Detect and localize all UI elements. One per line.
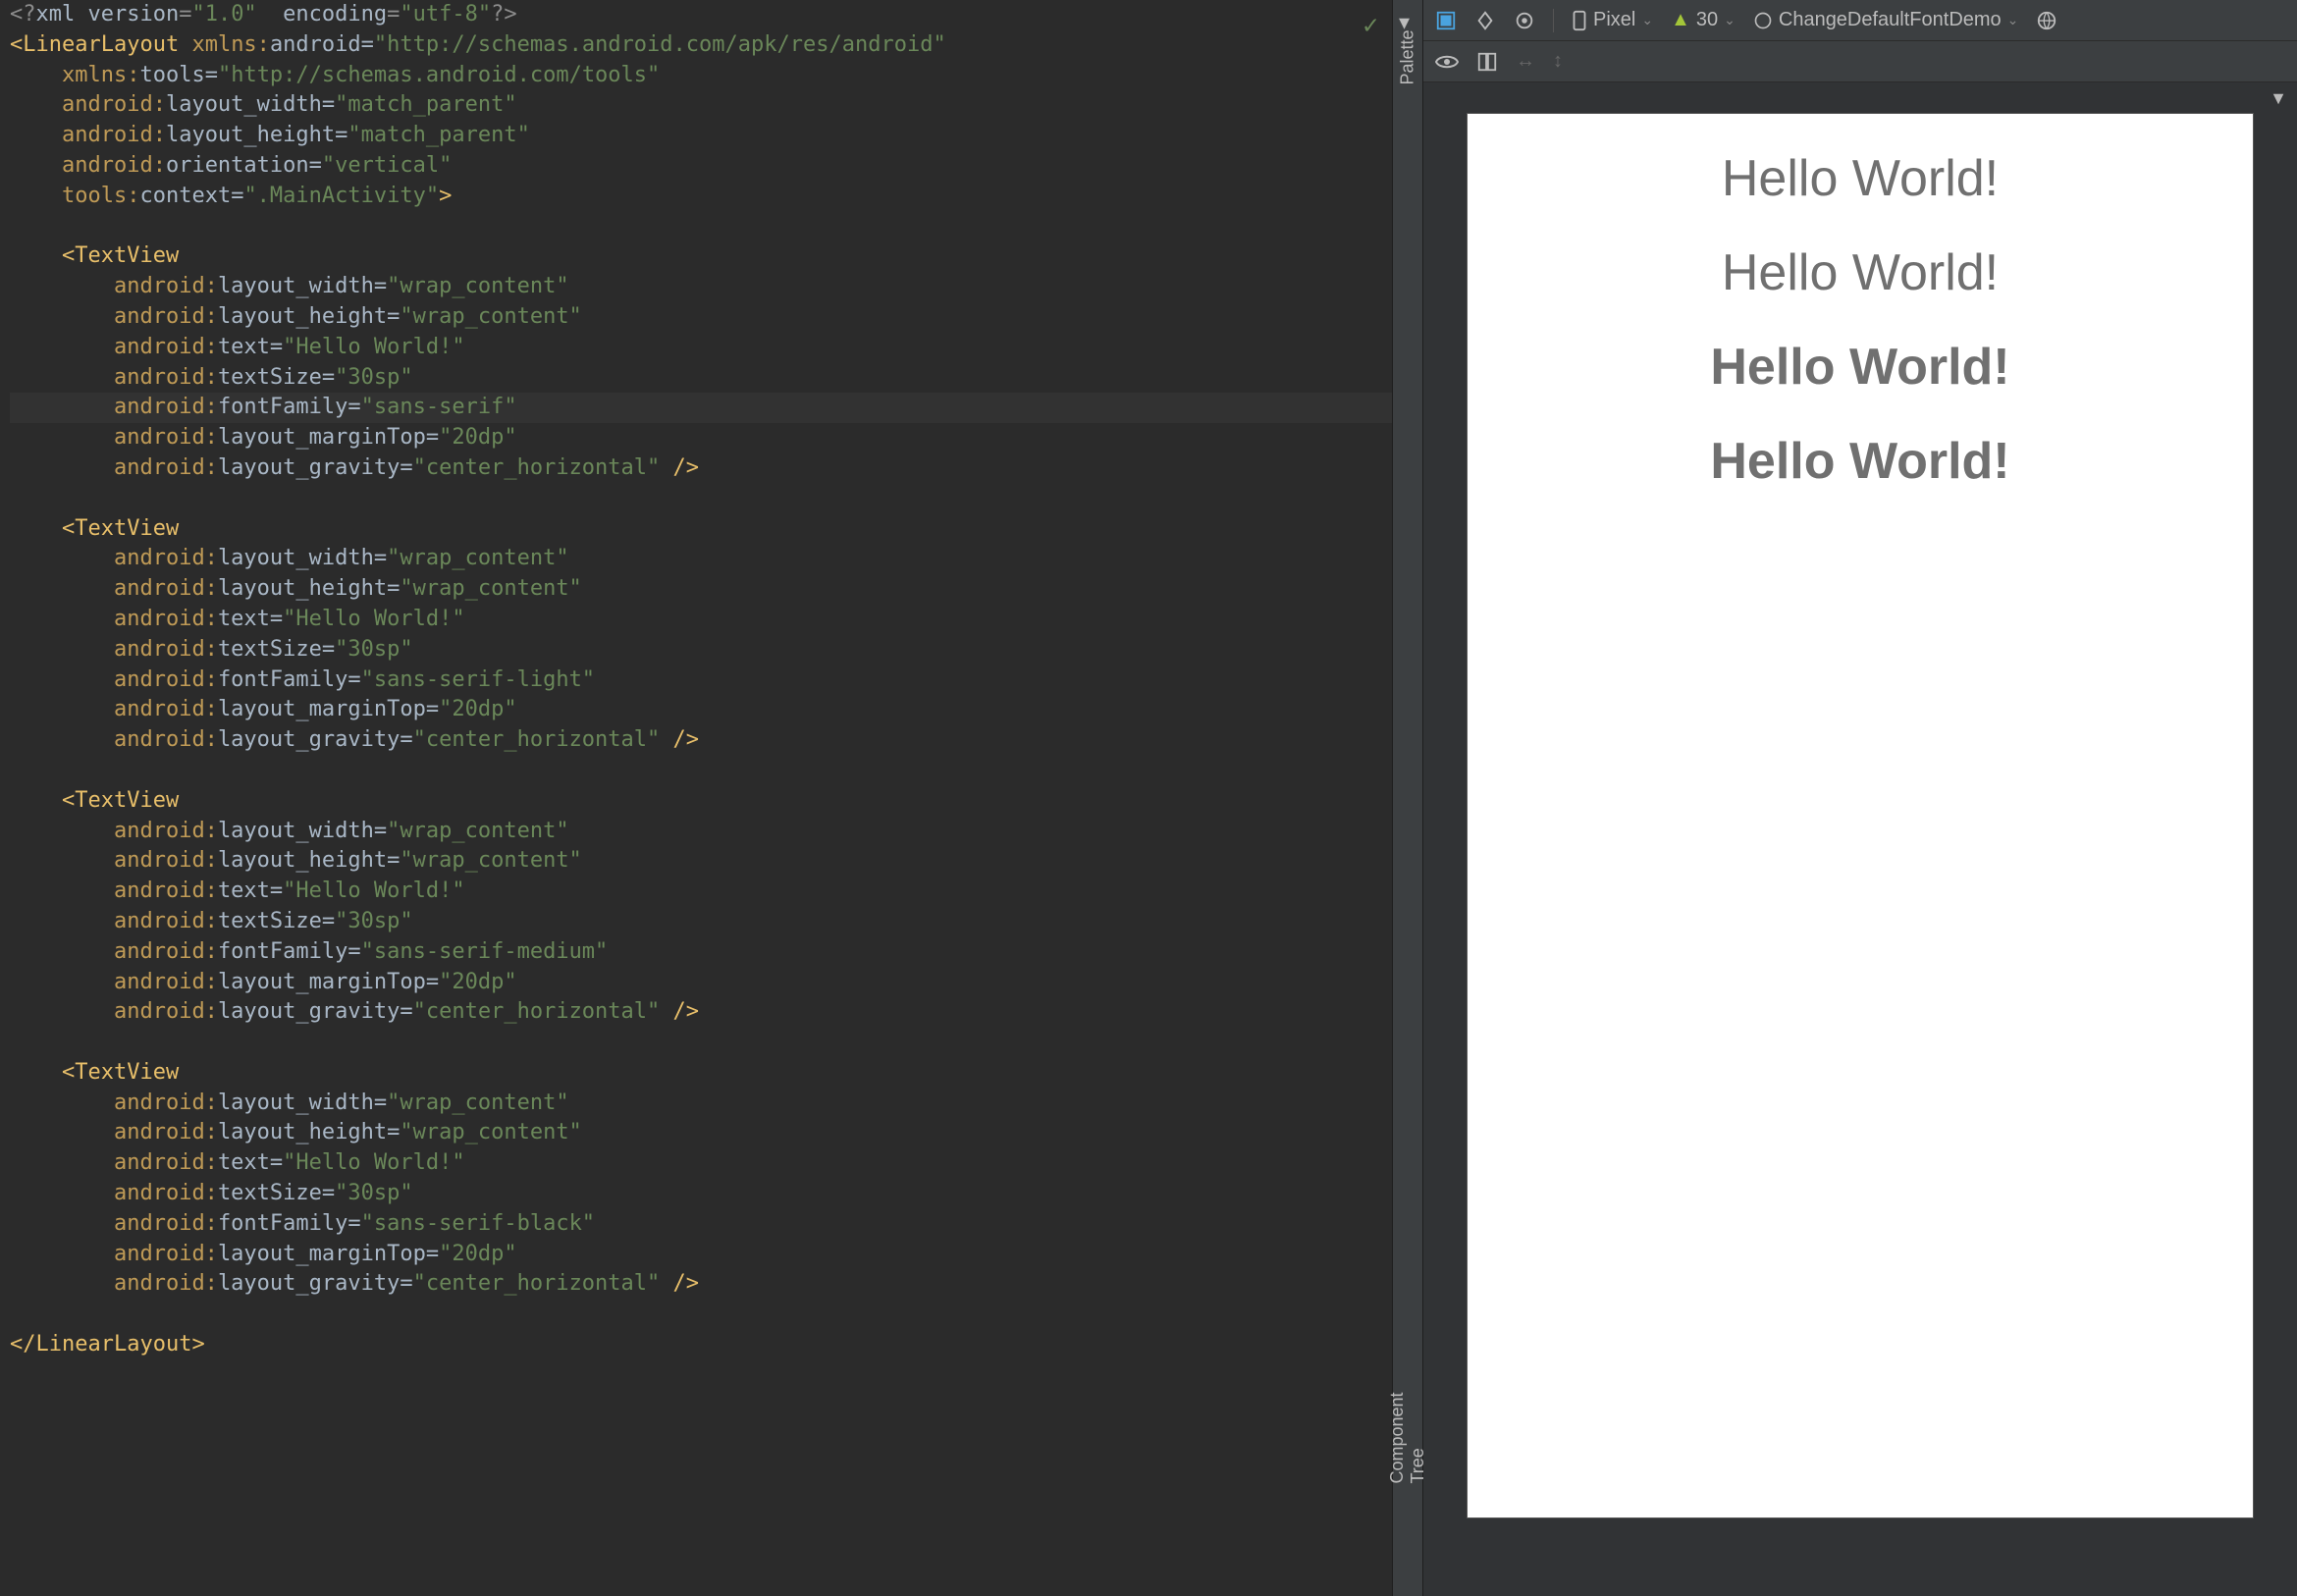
code-line[interactable]: android:layout_width="wrap_content" <box>10 817 1392 847</box>
preview-text-4[interactable]: Hello World! <box>1468 432 2253 491</box>
code-line[interactable]: android:layout_height="wrap_content" <box>10 846 1392 877</box>
device-frame: Hello World! Hello World! Hello World! H… <box>1468 114 2253 1517</box>
toggle-visibility-button[interactable] <box>1435 53 1459 71</box>
code-line[interactable]: <LinearLayout xmlns:android="http://sche… <box>10 30 1392 61</box>
code-line[interactable]: tools:context=".MainActivity"> <box>10 182 1392 212</box>
api-dropdown[interactable]: ▲ 30 ⌄ <box>1671 9 1736 31</box>
code-line[interactable]: android:layout_width="wrap_content" <box>10 544 1392 574</box>
code-line[interactable]: android:text="Hello World!" <box>10 877 1392 907</box>
code-line[interactable]: android:layout_gravity="center_horizonta… <box>10 1269 1392 1300</box>
design-toolbar-1: Pixel ⌄ ▲ 30 ⌄ ChangeDefaultFontDemo ⌄ <box>1423 0 2297 41</box>
preview-text-3[interactable]: Hello World! <box>1468 338 2253 397</box>
code-line[interactable]: android:textSize="30sp" <box>10 635 1392 665</box>
api-label: 30 <box>1696 9 1718 31</box>
code-line[interactable]: android:layout_height="match_parent" <box>10 121 1392 151</box>
code-line[interactable]: android:layout_width="wrap_content" <box>10 1089 1392 1119</box>
code-line[interactable]: android:text="Hello World!" <box>10 605 1392 635</box>
code-editor[interactable]: ✓ <?xml version="1.0" encoding="utf-8"?>… <box>0 0 1392 1596</box>
code-line[interactable]: android:layout_height="wrap_content" <box>10 574 1392 605</box>
chevron-down-icon: ⌄ <box>2007 12 2019 28</box>
android-icon: ▲ <box>1671 9 1690 31</box>
code-line[interactable] <box>10 212 1392 242</box>
code-line[interactable]: xmlns:tools="http://schemas.android.com/… <box>10 61 1392 91</box>
code-line[interactable]: android:layout_gravity="center_horizonta… <box>10 997 1392 1028</box>
code-line[interactable] <box>10 1300 1392 1330</box>
code-line[interactable]: android:text="Hello World!" <box>10 333 1392 363</box>
code-line[interactable] <box>10 756 1392 786</box>
code-line[interactable]: android:layout_gravity="center_horizonta… <box>10 453 1392 484</box>
code-line[interactable]: android:layout_width="match_parent" <box>10 90 1392 121</box>
theme-label: ChangeDefaultFontDemo <box>1779 9 2002 31</box>
device-label: Pixel <box>1593 9 1635 31</box>
code-line[interactable]: android:layout_marginTop="20dp" <box>10 968 1392 998</box>
code-line[interactable]: <TextView <box>10 514 1392 545</box>
code-line[interactable]: </LinearLayout> <box>10 1330 1392 1360</box>
night-mode-button[interactable] <box>1514 10 1535 31</box>
code-line[interactable]: <TextView <box>10 1058 1392 1089</box>
code-line[interactable]: <TextView <box>10 786 1392 817</box>
design-toolbar-2: ↔ ↕ <box>1423 41 2297 82</box>
code-line[interactable]: android:fontFamily="sans-serif-medium" <box>10 937 1392 968</box>
pan-vertical-button[interactable]: ↕ <box>1553 50 1563 73</box>
code-line[interactable]: <TextView <box>10 241 1392 272</box>
preview-text-1[interactable]: Hello World! <box>1468 149 2253 208</box>
chevron-down-icon: ⌄ <box>1641 12 1653 28</box>
chevron-down-icon: ⌄ <box>1724 12 1736 28</box>
palette-icon: ▾ <box>1399 10 1416 27</box>
code-line[interactable]: android:textSize="30sp" <box>10 1179 1392 1209</box>
code-line[interactable]: android:layout_height="wrap_content" <box>10 1118 1392 1148</box>
code-line[interactable]: android:layout_marginTop="20dp" <box>10 423 1392 453</box>
layout-validation-button[interactable] <box>1476 51 1498 73</box>
code-line[interactable]: android:textSize="30sp" <box>10 363 1392 394</box>
preview-canvas[interactable]: ▼ Hello World! Hello World! Hello World!… <box>1423 82 2297 1596</box>
component-tree-label: Component Tree <box>1387 1392 1428 1483</box>
locale-button[interactable] <box>2036 10 2057 31</box>
code-line[interactable]: android:fontFamily="sans-serif" <box>10 393 1392 423</box>
code-line[interactable]: <?xml version="1.0" encoding="utf-8"?> <box>10 0 1392 30</box>
design-surface-button[interactable] <box>1435 10 1457 31</box>
orientation-button[interactable] <box>1474 10 1496 31</box>
code-line[interactable]: android:fontFamily="sans-serif-black" <box>10 1209 1392 1240</box>
code-line[interactable]: android:orientation="vertical" <box>10 151 1392 182</box>
code-line[interactable]: android:layout_marginTop="20dp" <box>10 1240 1392 1270</box>
code-line[interactable]: android:layout_width="wrap_content" <box>10 272 1392 302</box>
code-line[interactable] <box>10 484 1392 514</box>
code-line[interactable]: android:text="Hello World!" <box>10 1148 1392 1179</box>
no-errors-icon: ✓ <box>1362 8 1378 43</box>
code-line[interactable]: android:layout_marginTop="20dp" <box>10 695 1392 725</box>
code-line[interactable]: android:textSize="30sp" <box>10 907 1392 937</box>
design-pane: Pixel ⌄ ▲ 30 ⌄ ChangeDefaultFontDemo ⌄ ↔… <box>1423 0 2297 1596</box>
palette-label: Palette <box>1398 29 1418 84</box>
code-line[interactable]: android:layout_gravity="center_horizonta… <box>10 725 1392 756</box>
device-dropdown[interactable]: Pixel ⌄ <box>1572 9 1653 31</box>
palette-strip[interactable]: ▾ Palette Component Tree <box>1392 0 1423 1596</box>
pan-horizontal-button[interactable]: ↔ <box>1516 50 1535 73</box>
code-line[interactable]: android:fontFamily="sans-serif-light" <box>10 665 1392 696</box>
code-line[interactable] <box>10 1028 1392 1058</box>
preview-text-2[interactable]: Hello World! <box>1468 243 2253 302</box>
theme-dropdown[interactable]: ChangeDefaultFontDemo ⌄ <box>1753 9 2019 31</box>
code-line[interactable]: android:layout_height="wrap_content" <box>10 302 1392 333</box>
filter-icon[interactable]: ▼ <box>2270 88 2287 109</box>
